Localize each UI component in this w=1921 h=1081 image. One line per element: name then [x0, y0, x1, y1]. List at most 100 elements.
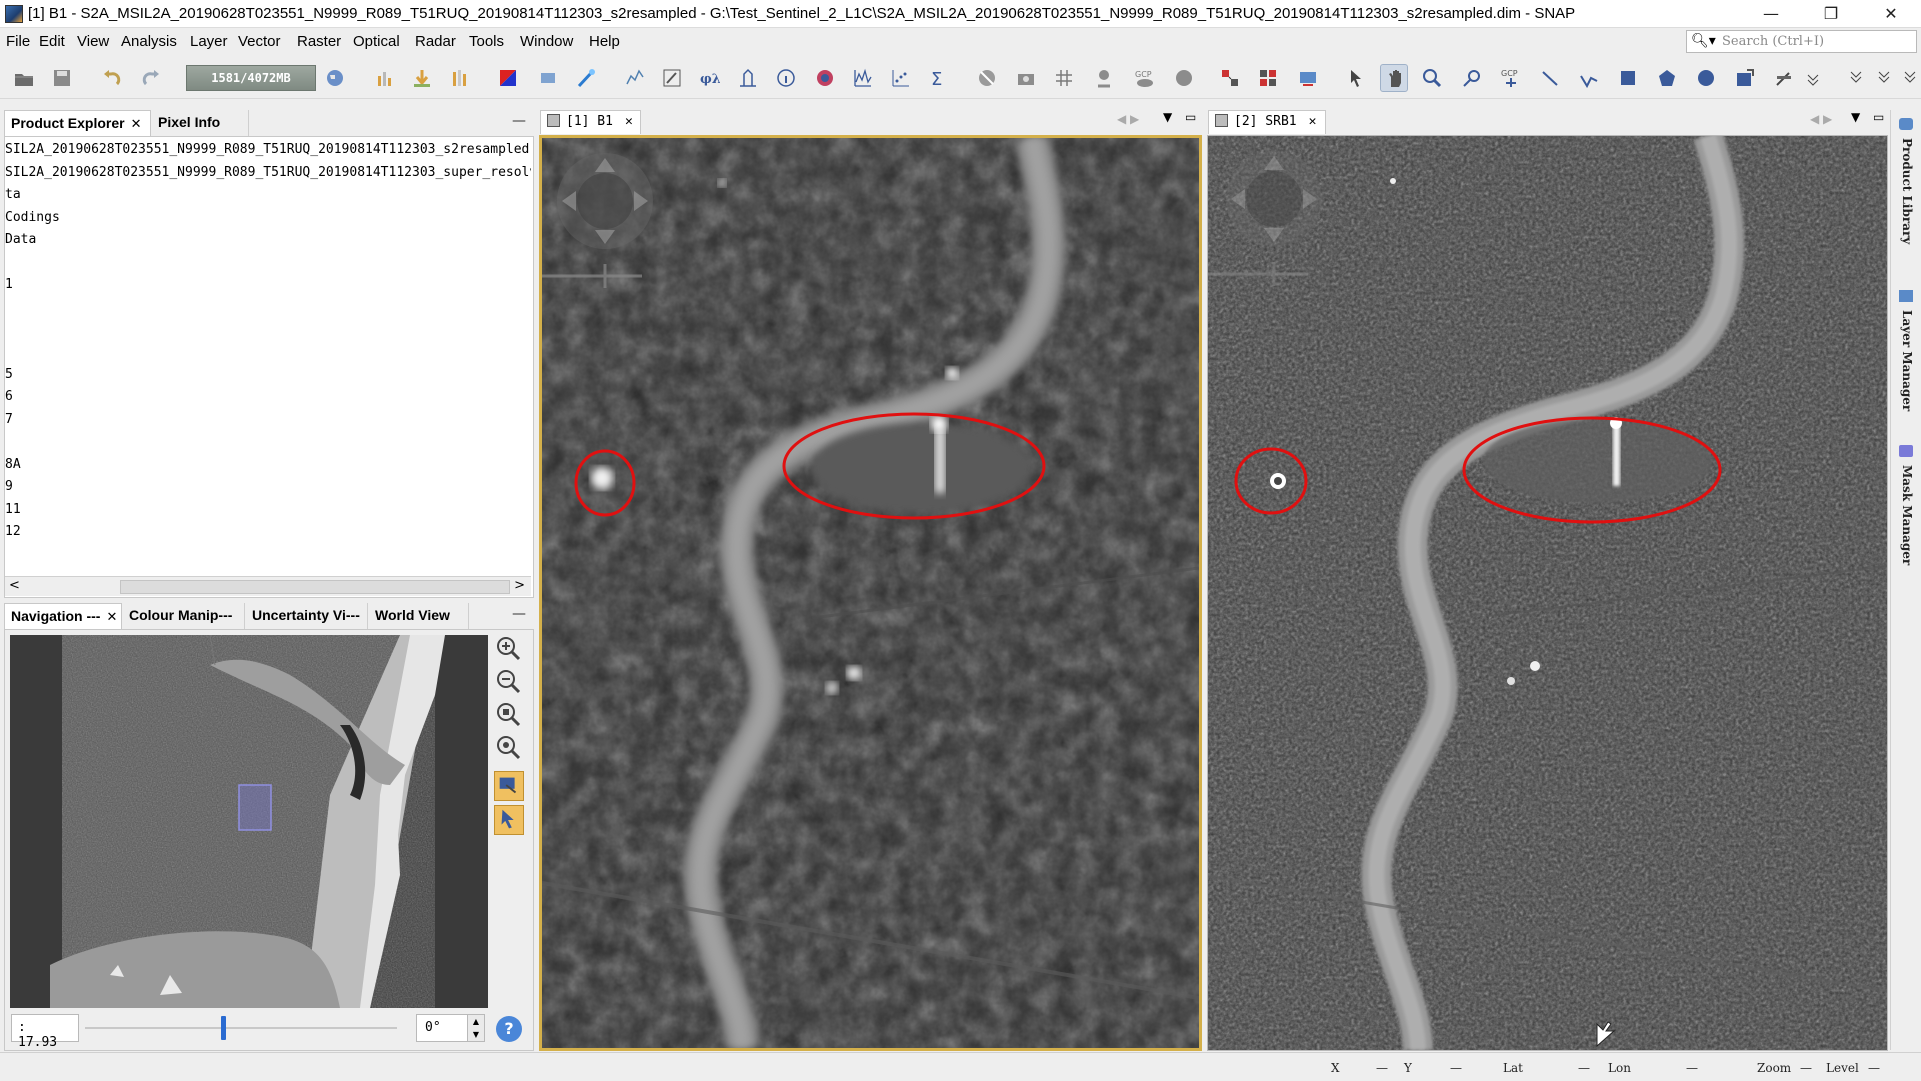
navigation-overview-image[interactable] — [10, 635, 488, 1008]
sync-cursor-toggle-icon[interactable] — [494, 805, 524, 835]
help-icon[interactable]: ? — [496, 1016, 522, 1042]
menu-edit[interactable]: Edit — [39, 33, 65, 50]
range-finder-icon[interactable] — [1458, 64, 1486, 92]
tree-node[interactable]: 7 — [5, 412, 13, 427]
menu-window[interactable]: Window — [520, 33, 573, 50]
scroll-left-icon[interactable]: < — [9, 578, 20, 593]
zoom-in-icon[interactable] — [494, 634, 524, 664]
menu-analysis[interactable]: Analysis — [121, 33, 177, 50]
zoom-slider-track[interactable] — [85, 1027, 397, 1029]
information-icon[interactable] — [772, 64, 800, 92]
save-product-icon[interactable] — [48, 64, 76, 92]
tree-node[interactable]: SIL2A_20190628T023551_N9999_R089_T51RUQ_… — [5, 142, 529, 157]
tree-node[interactable]: ta — [5, 187, 21, 202]
sidebar-mask-manager[interactable]: Mask Manager — [1900, 465, 1914, 565]
tree-node[interactable]: 5 — [5, 367, 13, 382]
close-window-button[interactable]: ✕ — [1866, 0, 1916, 28]
memory-indicator[interactable]: 1581/4072MB — [186, 65, 316, 91]
image-view-b1[interactable] — [539, 135, 1202, 1051]
rectangle-tool-icon[interactable] — [1614, 64, 1642, 92]
tree-node[interactable]: SIL2A_20190628T023551_N9999_R089_T51RUQ_… — [5, 165, 531, 180]
tab-view-b1[interactable]: [1] B1 ✕ — [540, 110, 641, 134]
sync-views-icon[interactable] — [1294, 64, 1322, 92]
sigma-icon[interactable]: Σ — [925, 64, 953, 92]
minimize-panel-icon[interactable]: — — [512, 113, 526, 129]
sidebar-layer-manager[interactable]: Layer Manager — [1900, 310, 1914, 411]
product-library-icon[interactable] — [1899, 118, 1913, 130]
mosaic-icon[interactable] — [1254, 64, 1282, 92]
rgb-image-icon[interactable] — [494, 64, 522, 92]
gcp-icon[interactable]: GCP — [1131, 64, 1159, 92]
undo-icon[interactable] — [98, 64, 126, 92]
tree-node[interactable]: 6 — [5, 389, 13, 404]
pin-icon[interactable] — [1090, 64, 1118, 92]
toolbar-overflow-icon-4[interactable] — [1900, 64, 1918, 92]
image-view-srb1[interactable] — [1207, 135, 1888, 1051]
zoom-slider-thumb[interactable] — [221, 1016, 226, 1040]
menu-raster[interactable]: Raster — [297, 33, 341, 50]
import-raster-icon[interactable] — [371, 64, 399, 92]
edit-vector-icon[interactable] — [658, 64, 686, 92]
menu-layer[interactable]: Layer — [190, 33, 228, 50]
redo-icon[interactable] — [137, 64, 165, 92]
tree-node[interactable]: Codings — [5, 210, 60, 225]
close-icon[interactable]: ✕ — [625, 114, 633, 129]
tree-node[interactable]: 11 — [5, 502, 21, 517]
magic-wand-icon[interactable] — [572, 64, 600, 92]
menu-optical[interactable]: Optical — [353, 33, 400, 50]
restore-button[interactable]: ❐ — [1806, 0, 1856, 28]
search-box[interactable]: 🔍︎▾ Search (Ctrl+I) — [1686, 30, 1917, 53]
horizontal-scrollbar[interactable]: < > — [5, 576, 531, 596]
tree-node[interactable]: 9 — [5, 479, 13, 494]
rotation-spinner[interactable]: ▲ ▼ — [467, 1014, 485, 1042]
zoom-pixel-icon[interactable] — [494, 700, 524, 730]
pan-tool-icon[interactable] — [1380, 64, 1408, 92]
close-icon[interactable]: ✕ — [131, 116, 142, 131]
minimize-button[interactable]: — — [1746, 0, 1796, 28]
world-map-icon[interactable] — [321, 64, 349, 92]
menu-tools[interactable]: Tools — [469, 33, 504, 50]
tab-uncertainty-visualisation[interactable]: Uncertainty Vi--- — [246, 603, 368, 629]
sidebar-product-library[interactable]: Product Library — [1900, 138, 1914, 244]
view2-maximize-icon[interactable]: ▭ — [1873, 110, 1884, 124]
polygon-tool-icon[interactable] — [1653, 64, 1681, 92]
zoom-all-icon[interactable] — [494, 733, 524, 763]
menu-file[interactable]: File — [6, 33, 30, 50]
spectrum-view-icon[interactable] — [621, 64, 649, 92]
view2-nav-arrows[interactable]: ◀ ▶ — [1810, 112, 1832, 126]
zoom-factor-field[interactable]: : 17.93 — [11, 1014, 79, 1050]
scrollbar-thumb[interactable] — [120, 580, 510, 594]
bands-icon[interactable] — [446, 64, 474, 92]
select-tool-icon[interactable] — [1342, 64, 1370, 92]
profile-plot-icon[interactable] — [849, 64, 877, 92]
polyline-tool-icon[interactable] — [1575, 64, 1603, 92]
close-icon[interactable]: ✕ — [1309, 114, 1317, 129]
close-icon[interactable]: ✕ — [106, 609, 117, 624]
statistics-icon[interactable] — [811, 64, 839, 92]
magic-wand-tool-icon[interactable] — [1770, 64, 1798, 92]
menu-vector[interactable]: Vector — [238, 33, 281, 50]
menu-view[interactable]: View — [77, 33, 109, 50]
ellipse-tool-icon[interactable] — [1692, 64, 1720, 92]
tree-node[interactable]: 8A — [5, 457, 21, 472]
menu-radar[interactable]: Radar — [415, 33, 456, 50]
tab-navigation[interactable]: Navigation --- ✕ — [4, 603, 122, 629]
camera-icon[interactable] — [1012, 64, 1040, 92]
tree-node[interactable]: 12 — [5, 524, 21, 539]
insert-figure-icon[interactable] — [1731, 64, 1759, 92]
shape-icon[interactable] — [1170, 64, 1198, 92]
scroll-right-icon[interactable]: > — [514, 578, 525, 593]
view1-dropdown-icon[interactable]: ▼ — [1163, 110, 1172, 124]
toolbar-overflow-icon-3[interactable] — [1874, 64, 1892, 92]
toolbar-overflow-icon-2[interactable] — [1846, 64, 1864, 92]
tab-pixel-info[interactable]: Pixel Info — [152, 110, 249, 136]
tab-colour-manipulation[interactable]: Colour Manip--- — [123, 603, 245, 629]
gcp-tool-icon[interactable]: GCP — [1497, 64, 1525, 92]
tab-view-srb1[interactable]: [2] SRB1 ✕ — [1208, 110, 1326, 134]
open-product-icon[interactable] — [10, 64, 38, 92]
sync-views-toggle-icon[interactable] — [494, 771, 524, 801]
view1-nav-arrows[interactable]: ◀ ▶ — [1117, 112, 1139, 126]
view1-maximize-icon[interactable]: ▭ — [1185, 110, 1196, 124]
scatter-plot-icon[interactable] — [887, 64, 915, 92]
phi-lambda-icon[interactable]: φλ — [696, 64, 724, 92]
